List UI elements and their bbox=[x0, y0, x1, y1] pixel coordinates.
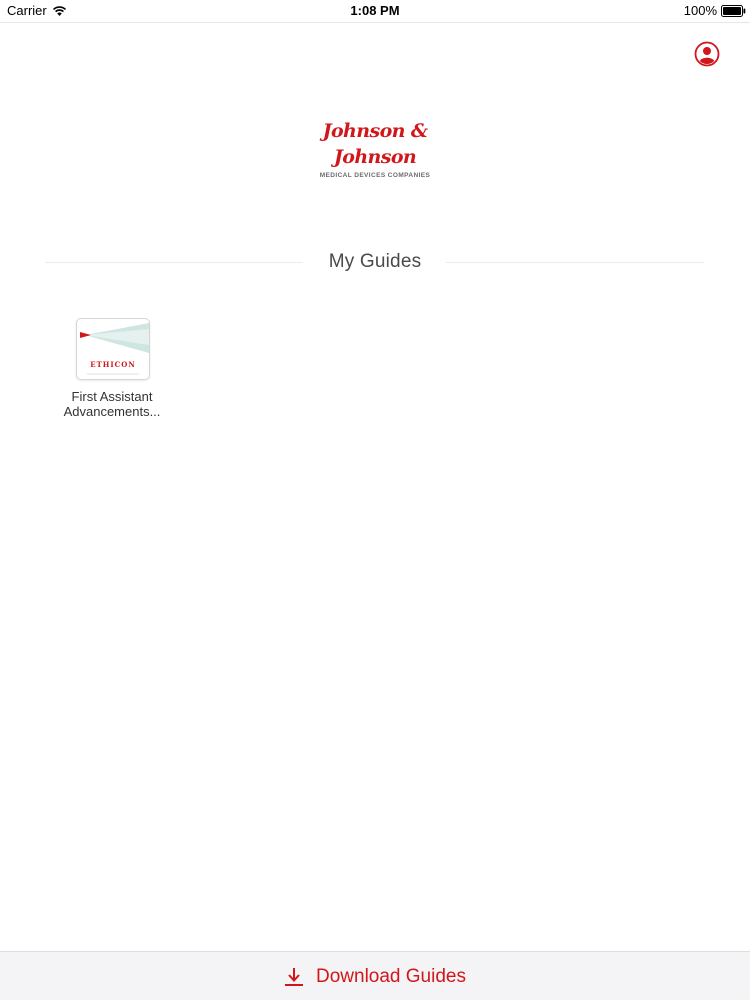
download-guides-button[interactable]: Download Guides bbox=[0, 952, 750, 1000]
section-divider-left bbox=[45, 262, 303, 263]
guide-title-line1: First Assistant bbox=[71, 389, 153, 404]
bottom-toolbar: Download Guides bbox=[0, 951, 750, 1000]
section-title: My Guides bbox=[328, 251, 422, 272]
company-logo: Johnson & Johnson MEDICAL DEVICES COMPAN… bbox=[290, 118, 460, 179]
guide-title: First Assistant Advancements... bbox=[52, 389, 172, 419]
download-icon bbox=[284, 966, 304, 988]
guide-thumbnail-art bbox=[80, 323, 149, 375]
guide-brand: ETHICON bbox=[90, 360, 136, 369]
status-bar: Carrier 1:08 PM 100% bbox=[0, 0, 750, 23]
section-divider-right bbox=[446, 262, 704, 263]
logo-script: Johnson & Johnson bbox=[322, 120, 428, 168]
status-right: 100% bbox=[684, 3, 746, 18]
battery-icon bbox=[721, 4, 746, 17]
user-profile-icon[interactable] bbox=[694, 41, 720, 67]
guide-thumbnail[interactable]: ETHICON bbox=[76, 318, 150, 380]
app-root: Carrier 1:08 PM 100% Johnson & Johnson M… bbox=[0, 0, 750, 1000]
logo-subtitle: MEDICAL DEVICES COMPANIES bbox=[319, 172, 431, 179]
battery-percent: 100% bbox=[683, 3, 717, 18]
clock-time: 1:08 PM bbox=[350, 3, 400, 18]
guide-title-line2: Advancements... bbox=[63, 404, 161, 419]
guide-tile[interactable]: ETHICON First Assistant Advancements... bbox=[52, 318, 172, 419]
download-guides-label: Download Guides bbox=[316, 965, 466, 987]
